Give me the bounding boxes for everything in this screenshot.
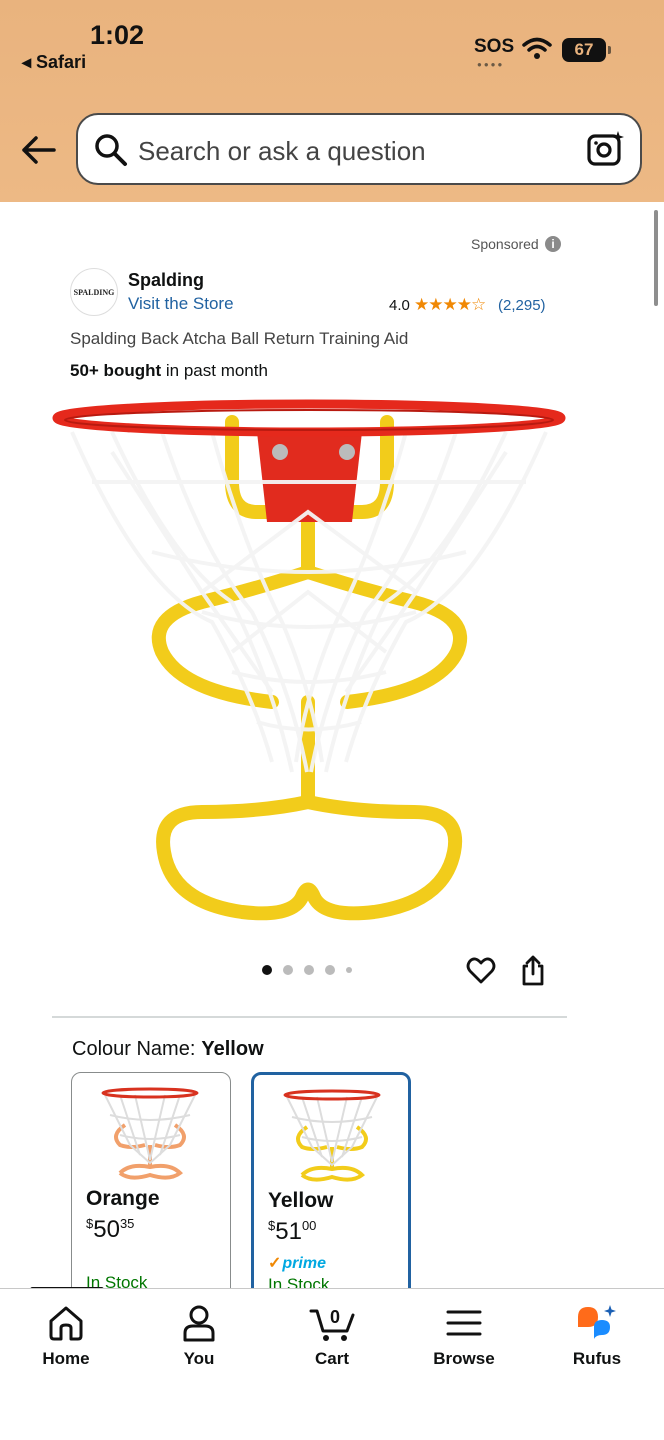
prime-check-icon: ✓ — [268, 1255, 282, 1272]
cart-count: 0 — [330, 1307, 340, 1327]
nav-you[interactable]: You — [144, 1303, 254, 1369]
visit-store-link[interactable]: Visit the Store — [128, 294, 234, 314]
variant-orange[interactable]: Orange $5035 In Stock — [71, 1072, 231, 1302]
scrollbar[interactable] — [654, 210, 658, 306]
sos-indicator: SOS — [474, 36, 515, 57]
brand-name[interactable]: Spalding — [128, 270, 204, 291]
signal-dots: ●●●● — [477, 60, 505, 69]
back-to-safari-link[interactable]: ◂ Safari — [22, 52, 86, 73]
wifi-icon — [522, 37, 552, 59]
rating-value: 4.0 — [389, 297, 410, 314]
nav-cart[interactable]: 0 Cart — [277, 1303, 387, 1369]
camera-lens-icon[interactable] — [586, 129, 626, 169]
variant-price: $5035 — [86, 1216, 134, 1244]
prime-badge: ✓prime — [268, 1253, 326, 1273]
product-image[interactable] — [52, 392, 566, 932]
nav-label: Browse — [433, 1349, 495, 1368]
variant-yellow[interactable]: Yellow $5100 ✓prime In Stock — [251, 1072, 411, 1302]
price-cents: 00 — [301, 1218, 317, 1233]
section-divider — [52, 1016, 567, 1018]
product-title[interactable]: Spalding Back Atcha Ball Return Training… — [70, 329, 408, 349]
image-carousel-dots[interactable] — [262, 965, 352, 975]
bought-info: 50+ bought in past month — [70, 361, 268, 381]
prime-label: prime — [282, 1255, 326, 1272]
carousel-dot[interactable] — [304, 965, 314, 975]
home-icon — [49, 1306, 83, 1341]
search-icon — [95, 134, 127, 166]
bought-period: in past month — [161, 361, 268, 380]
nav-label: You — [183, 1349, 215, 1368]
colour-label-text: Colour Name: — [72, 1038, 196, 1060]
price-cents: 35 — [119, 1216, 135, 1231]
nav-label: Home — [42, 1349, 90, 1368]
carousel-dot[interactable] — [283, 965, 293, 975]
variant-price: $5100 — [268, 1218, 316, 1246]
heart-icon[interactable] — [466, 956, 496, 986]
person-icon — [183, 1305, 215, 1342]
info-icon[interactable]: i — [545, 236, 561, 252]
variant-thumbnail — [283, 1089, 381, 1182]
carousel-dot[interactable] — [346, 967, 352, 973]
price-dollars: 50 — [93, 1216, 120, 1243]
rufus-icon — [578, 1305, 616, 1339]
bottom-nav: Home You 0 Cart Browse Rufus — [0, 1288, 664, 1440]
brand-logo[interactable]: SPALDING — [70, 268, 118, 316]
search-bar[interactable] — [76, 113, 642, 185]
status-time: 1:02 — [90, 20, 145, 50]
search-input[interactable] — [138, 131, 568, 171]
variant-thumbnail — [101, 1087, 199, 1180]
bought-count: 50+ bought — [70, 361, 162, 380]
carousel-dot[interactable] — [325, 965, 335, 975]
carousel-dot[interactable] — [262, 965, 272, 975]
menu-icon — [446, 1310, 482, 1336]
battery-indicator: 67 — [562, 38, 611, 62]
nav-rufus[interactable]: Rufus — [542, 1303, 652, 1369]
back-arrow-icon[interactable] — [18, 130, 58, 170]
selected-colour: Yellow — [201, 1038, 264, 1060]
variant-name: Orange — [86, 1187, 160, 1210]
nav-home[interactable]: Home — [11, 1303, 121, 1369]
rating-count-link[interactable]: (2,295) — [498, 297, 546, 314]
price-dollars: 51 — [275, 1218, 302, 1245]
sponsored-label: Sponsored — [471, 236, 539, 252]
cart-icon: 0 — [309, 1307, 355, 1341]
variant-name: Yellow — [268, 1189, 334, 1212]
nav-label: Cart — [314, 1349, 349, 1368]
star-rating-icon[interactable]: ★★★★☆ — [414, 295, 486, 315]
nav-label: Rufus — [572, 1349, 622, 1368]
colour-name-label: Colour Name: Yellow — [72, 1038, 264, 1061]
top-header: 1:02 ◂ Safari SOS ●●●● 67 — [0, 0, 664, 202]
nav-browse[interactable]: Browse — [409, 1303, 519, 1369]
share-icon[interactable] — [520, 955, 546, 987]
